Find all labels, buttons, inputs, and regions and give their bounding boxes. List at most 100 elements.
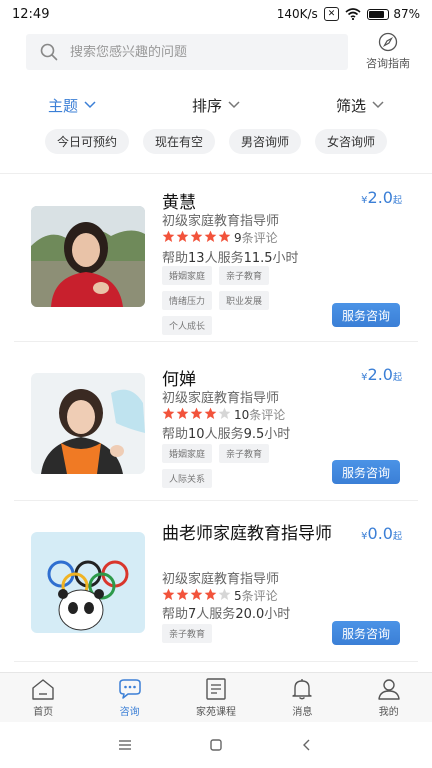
compass-icon: [378, 32, 398, 52]
filter-screen-label: 筛选: [335, 96, 366, 115]
system-nav-bar: [0, 722, 432, 768]
tab-home[interactable]: 首页: [3, 673, 83, 722]
help-mid: 人服务: [204, 251, 244, 266]
quick-filter-chips: 今日可预约 现在有空 男咨询师 女咨询师: [0, 129, 432, 154]
search-input[interactable]: [70, 44, 330, 60]
help-mid: 人服务: [196, 607, 236, 622]
filter-sort[interactable]: 排序: [192, 95, 240, 116]
tab-courses-label: 家苑课程: [195, 707, 236, 718]
help-prefix: 帮助: [162, 251, 189, 266]
wifi-icon: [345, 8, 361, 20]
service-hours: 20.0: [235, 607, 265, 622]
user-icon: [378, 679, 400, 700]
price-suffix: 起: [392, 373, 402, 383]
counselor-help-stats: 帮助13人服务11.5小时: [162, 247, 299, 266]
star-filled-icon: [204, 230, 217, 242]
status-bar: 12:49 140K/s ✕ 87%: [0, 0, 432, 28]
star-filled-icon: [176, 588, 189, 600]
tag: 亲子教育: [219, 266, 270, 285]
back-icon[interactable]: [299, 738, 315, 752]
star-filled-icon: [162, 588, 175, 600]
counselor-card[interactable]: 黄慧 ¥2.0起 初级家庭教育指导师 9 条评论 帮助13人服务11.5小时 婚姻…: [14, 174, 418, 342]
counselor-help-stats: 帮助10人服务9.5小时: [162, 423, 290, 442]
tag: 情绪压力: [162, 291, 213, 310]
tab-messages-label: 消息: [292, 707, 313, 718]
tag: 婚姻家庭: [162, 444, 213, 463]
star-filled-icon: [162, 407, 175, 419]
filter-topic-label: 主题: [47, 96, 78, 115]
service-consult-button[interactable]: 服务咨询: [332, 621, 400, 645]
bell-icon: [292, 679, 313, 700]
counselor-card[interactable]: 何婵 ¥2.0起 初级家庭教育指导师 10 条评论 帮助10人服务9.5小时 婚姻…: [14, 343, 418, 501]
counselor-title: 初级家庭教育指导师: [162, 214, 280, 229]
network-speed: 140K/s: [276, 7, 318, 21]
counselor-tags: 婚姻家庭 亲子教育 人际关系: [162, 444, 312, 488]
battery-percent-symbol: %: [408, 7, 420, 21]
help-suffix: 小时: [264, 427, 291, 442]
counselor-rating: 9 条评论: [162, 229, 278, 246]
counselor-title: 初级家庭教育指导师: [162, 572, 280, 587]
helped-count: 13: [188, 251, 205, 266]
star-filled-icon: [190, 588, 203, 600]
search-row: 咨询指南: [0, 28, 432, 76]
star-filled-icon: [204, 588, 217, 600]
chip-available-today[interactable]: 今日可预约: [44, 129, 129, 154]
counselor-price: ¥2.0起: [361, 365, 402, 384]
help-prefix: 帮助: [162, 607, 189, 622]
book-icon: [206, 678, 226, 700]
star-empty-icon: [218, 407, 231, 419]
price-suffix: 起: [392, 196, 402, 206]
tag: 亲子教育: [162, 624, 213, 643]
chip-male-counselor[interactable]: 男咨询师: [228, 129, 301, 154]
help-suffix: 小时: [272, 251, 299, 266]
filter-topic[interactable]: 主题: [48, 95, 96, 116]
tab-consult[interactable]: 咨询: [90, 673, 170, 722]
review-suffix: 条评论: [249, 408, 286, 422]
review-count: 9: [234, 230, 242, 245]
consult-guide-button[interactable]: 咨询指南: [362, 32, 414, 71]
star-rating: [162, 407, 232, 423]
chat-icon: [118, 679, 141, 699]
review-count: 5: [234, 588, 242, 603]
star-filled-icon: [190, 407, 203, 419]
service-consult-button[interactable]: 服务咨询: [332, 460, 400, 484]
service-hours: 11.5: [243, 251, 273, 266]
chevron-down-icon: [372, 101, 384, 109]
tag: 个人成长: [162, 316, 213, 335]
tag: 职业发展: [219, 291, 270, 310]
tag: 亲子教育: [219, 444, 270, 463]
counselor-tags: 婚姻家庭 亲子教育 情绪压力 职业发展 个人成长: [162, 266, 312, 335]
filter-row: 主题 排序 筛选: [0, 92, 432, 118]
star-filled-icon: [162, 230, 175, 242]
status-time: 12:49: [12, 6, 50, 22]
service-consult-button[interactable]: 服务咨询: [332, 303, 400, 327]
star-filled-icon: [190, 230, 203, 242]
home-square-icon[interactable]: [208, 738, 224, 752]
helped-count: 10: [188, 427, 205, 442]
star-filled-icon: [218, 230, 231, 242]
tab-courses[interactable]: 家苑课程: [176, 673, 256, 722]
tab-messages[interactable]: 消息: [262, 673, 342, 722]
tab-home-label: 首页: [33, 707, 54, 718]
tab-mine[interactable]: 我的: [349, 673, 429, 722]
review-suffix: 条评论: [241, 231, 278, 245]
search-box[interactable]: [26, 34, 348, 70]
counselor-price: ¥0.0起: [361, 524, 402, 543]
bottom-tab-bar: 首页 咨询 家苑课程 消息 我的: [0, 672, 432, 722]
filter-screen[interactable]: 筛选: [336, 95, 384, 116]
counselor-card[interactable]: 曲老师家庭教育指导师 ¥0.0起 初级家庭教育指导师 5 条评论 帮助7人服务20…: [14, 502, 418, 662]
home-icon: [32, 679, 54, 700]
counselor-photo: [31, 532, 145, 633]
chip-free-now[interactable]: 现在有空: [142, 129, 215, 154]
status-indicators: 140K/s ✕ 87%: [277, 7, 420, 21]
counselor-photo: [31, 206, 145, 307]
counselor-title: 初级家庭教育指导师: [162, 391, 280, 406]
battery-indicator: 87%: [367, 7, 420, 21]
chip-female-counselor[interactable]: 女咨询师: [314, 129, 387, 154]
tab-consult-label: 咨询: [119, 707, 140, 718]
price-suffix: 起: [392, 532, 402, 542]
menu-icon[interactable]: [117, 738, 133, 752]
counselor-photo: [31, 373, 145, 474]
price-value: 2.0: [367, 365, 393, 384]
star-filled-icon: [176, 230, 189, 242]
